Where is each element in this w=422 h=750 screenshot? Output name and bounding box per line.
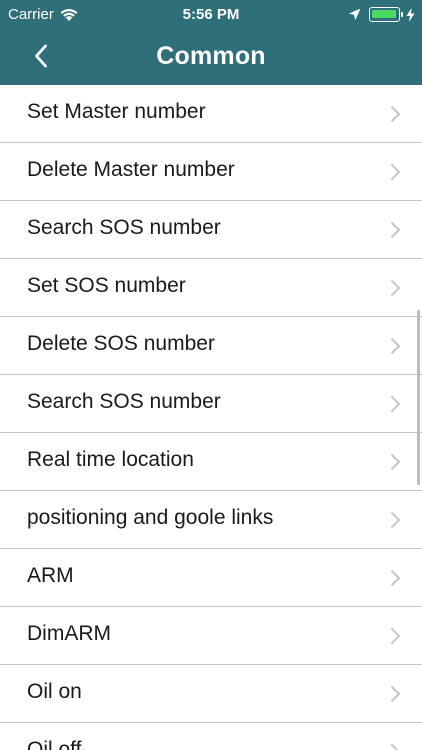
list-item-label: DimARM — [27, 622, 111, 645]
list-item-search-sos-number-2[interactable]: Search SOS number — [0, 375, 422, 433]
chevron-right-icon — [391, 280, 400, 296]
list-item-label: Oil off — [27, 738, 82, 750]
list-item-label: Delete SOS number — [27, 332, 215, 355]
list-item-set-sos-number[interactable]: Set SOS number — [0, 259, 422, 317]
list-item-real-time-location[interactable]: Real time location — [0, 433, 422, 491]
chevron-right-icon — [391, 222, 400, 238]
list-item-label: positioning and goole links — [27, 506, 274, 529]
header: Carrier 5:56 PM Common — [0, 0, 422, 85]
status-bar: Carrier 5:56 PM — [0, 0, 422, 30]
list-item-search-sos-number[interactable]: Search SOS number — [0, 201, 422, 259]
list-item-set-master-number[interactable]: Set Master number — [0, 85, 422, 143]
list-item-delete-master-number[interactable]: Delete Master number — [0, 143, 422, 201]
chevron-right-icon — [391, 164, 400, 180]
chevron-right-icon — [391, 686, 400, 702]
chevron-right-icon — [391, 628, 400, 644]
list-item-label: Search SOS number — [27, 390, 221, 413]
chevron-right-icon — [391, 396, 400, 412]
chevron-right-icon — [391, 512, 400, 528]
location-arrow-icon — [348, 8, 361, 21]
app-screen: Carrier 5:56 PM Common Set Master number… — [0, 0, 422, 750]
list-item-positioning-links[interactable]: positioning and goole links — [0, 491, 422, 549]
status-right-group — [348, 7, 415, 22]
battery-icon — [369, 7, 403, 22]
chevron-right-icon — [391, 106, 400, 122]
scrollbar[interactable] — [417, 310, 420, 485]
list-item-label: Search SOS number — [27, 216, 221, 239]
chevron-right-icon — [391, 454, 400, 470]
list-item-label: Oil on — [27, 680, 82, 703]
list-item-oil-on[interactable]: Oil on — [0, 665, 422, 723]
chevron-right-icon — [391, 570, 400, 586]
list-item-arm[interactable]: ARM — [0, 549, 422, 607]
list-item-oil-off[interactable]: Oil off — [0, 723, 422, 750]
list-item-label: Set SOS number — [27, 274, 186, 297]
command-list: Set Master number Delete Master number S… — [0, 85, 422, 750]
list-item-dimarm[interactable]: DimARM — [0, 607, 422, 665]
list-item-label: ARM — [27, 564, 74, 587]
nav-bar: Common — [0, 30, 422, 85]
list-item-label: Delete Master number — [27, 158, 235, 181]
chevron-right-icon — [391, 338, 400, 354]
list-item-label: Real time location — [27, 448, 194, 471]
list-item-label: Set Master number — [27, 100, 206, 123]
page-title: Common — [156, 42, 266, 70]
list-item-delete-sos-number[interactable]: Delete SOS number — [0, 317, 422, 375]
chevron-right-icon — [391, 744, 399, 750]
charging-bolt-icon — [406, 7, 415, 22]
